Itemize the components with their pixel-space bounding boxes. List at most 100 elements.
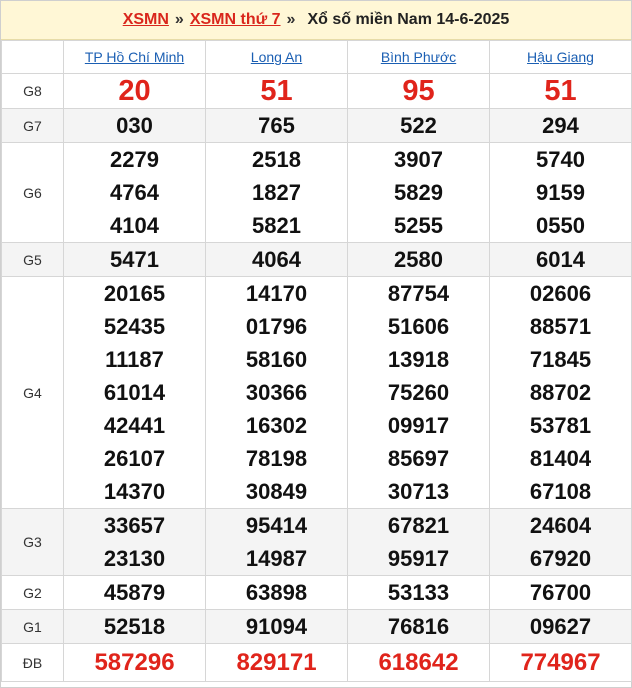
prize-cell: 2279 4764 4104 — [63, 142, 206, 243]
prize-cell: 51 — [205, 73, 348, 109]
prize-cell: 20165 52435 11187 61014 42441 26107 14370 — [63, 276, 206, 509]
prize-number: 294 — [542, 113, 579, 138]
prize-cell: 87754 51606 13918 75260 09917 85697 30713 — [347, 276, 490, 509]
prize-number: 4764 — [110, 180, 159, 205]
prize-cell: 5471 — [63, 242, 206, 277]
results-panel: XSMN » XSMN thứ 7 » Xổ số miền Nam 14-6-… — [0, 0, 632, 688]
prize-number: 5471 — [110, 247, 159, 272]
prize-number: 76816 — [387, 614, 450, 639]
prize-number: 53133 — [387, 580, 450, 605]
prize-number: 01796 — [245, 314, 308, 339]
prize-cell: 618642 — [347, 643, 490, 682]
prize-cell: 294 — [489, 108, 632, 143]
prize-number: 53781 — [529, 413, 592, 438]
breadcrumb: XSMN » XSMN thứ 7 » Xổ số miền Nam 14-6-… — [1, 1, 631, 40]
prize-cell: 76816 — [347, 609, 490, 644]
prize-cell: 51 — [489, 73, 632, 109]
prize-number: 45879 — [103, 580, 166, 605]
prize-cell: 030 — [63, 108, 206, 143]
prize-number: 23130 — [103, 546, 166, 571]
prize-number: 85697 — [387, 446, 450, 471]
province-header: Long An — [205, 40, 348, 74]
province-link[interactable]: Bình Phước — [381, 49, 456, 65]
prize-number: 02606 — [529, 281, 592, 306]
prize-number: 14370 — [103, 479, 166, 504]
prize-number: 20 — [118, 74, 151, 107]
prize-cell: 33657 23130 — [63, 508, 206, 576]
prize-cell: 63898 — [205, 575, 348, 610]
prize-number: 30366 — [245, 380, 308, 405]
prize-number: 4104 — [110, 213, 159, 238]
prize-label: ĐB — [1, 643, 64, 682]
results-table: TP Hồ Chí Minh Long An Bình Phước Hậu Gi… — [1, 40, 632, 682]
prize-number: 2580 — [394, 247, 443, 272]
prize-number: 24604 — [529, 513, 592, 538]
prize-cell: 09627 — [489, 609, 632, 644]
prize-cell: 24604 67920 — [489, 508, 632, 576]
prize-number: 2279 — [110, 147, 159, 172]
prize-number: 14170 — [245, 281, 308, 306]
prize-cell: 2518 1827 5821 — [205, 142, 348, 243]
prize-number: 829171 — [236, 648, 317, 676]
prize-number: 58160 — [245, 347, 308, 372]
prize-cell: 5740 9159 0550 — [489, 142, 632, 243]
province-header-row: TP Hồ Chí Minh Long An Bình Phước Hậu Gi… — [1, 40, 632, 74]
prize-number: 71845 — [529, 347, 592, 372]
prize-number: 09917 — [387, 413, 450, 438]
prize-label: G7 — [1, 108, 64, 143]
prize-number: 51606 — [387, 314, 450, 339]
prize-label: G5 — [1, 242, 64, 277]
prize-number: 42441 — [103, 413, 166, 438]
prize-cell: 774967 — [489, 643, 632, 682]
prize-cell: 95 — [347, 73, 490, 109]
prize-cell: 02606 88571 71845 88702 53781 81404 67108 — [489, 276, 632, 509]
prize-number: 81404 — [529, 446, 592, 471]
prize-cell: 45879 — [63, 575, 206, 610]
prize-number: 95917 — [387, 546, 450, 571]
prize-number: 2518 — [252, 147, 301, 172]
prize-number: 51 — [260, 74, 293, 107]
prize-number: 88702 — [529, 380, 592, 405]
prize-number: 95 — [402, 74, 435, 107]
prize-number: 51 — [544, 74, 577, 107]
prize-number: 30849 — [245, 479, 308, 504]
prize-cell: 3907 5829 5255 — [347, 142, 490, 243]
province-link[interactable]: Hậu Giang — [527, 49, 594, 65]
prize-cell: 67821 95917 — [347, 508, 490, 576]
prize-number: 09627 — [529, 614, 592, 639]
prize-number: 87754 — [387, 281, 450, 306]
breadcrumb-link-xsmn[interactable]: XSMN — [123, 11, 169, 29]
breadcrumb-separator: » — [174, 11, 184, 28]
prize-number: 0550 — [536, 213, 585, 238]
prize-label: G2 — [1, 575, 64, 610]
prize-number: 4064 — [252, 247, 301, 272]
prize-number: 5740 — [536, 147, 585, 172]
prize-number: 67821 — [387, 513, 450, 538]
prize-row-g6: G6 2279 4764 4104 2518 1827 5821 3907 5829 5255 57… — [1, 142, 632, 243]
prize-number: 67108 — [529, 479, 592, 504]
prize-number: 26107 — [103, 446, 166, 471]
prize-number: 13918 — [387, 347, 450, 372]
prize-number: 5829 — [394, 180, 443, 205]
prize-number: 030 — [116, 113, 153, 138]
prize-number: 67920 — [529, 546, 592, 571]
prize-cell: 95414 14987 — [205, 508, 348, 576]
province-link[interactable]: TP Hồ Chí Minh — [85, 49, 184, 65]
prize-number: 9159 — [536, 180, 585, 205]
prize-cell: 587296 — [63, 643, 206, 682]
prize-cell: 20 — [63, 73, 206, 109]
prize-number: 774967 — [520, 648, 601, 676]
prize-number: 78198 — [245, 446, 308, 471]
prize-number: 522 — [400, 113, 437, 138]
prize-cell: 76700 — [489, 575, 632, 610]
breadcrumb-link-xsmn-saturday[interactable]: XSMN thứ 7 — [190, 11, 281, 29]
prize-row-g1: G1 52518 91094 76816 09627 — [1, 609, 632, 644]
province-header: Hậu Giang — [489, 40, 632, 74]
province-header: Bình Phước — [347, 40, 490, 74]
province-link[interactable]: Long An — [251, 49, 302, 65]
prize-number: 6014 — [536, 247, 585, 272]
prize-cell: 829171 — [205, 643, 348, 682]
prize-number: 61014 — [103, 380, 166, 405]
prize-label: G6 — [1, 142, 64, 243]
prize-row-g4: G4 20165 52435 11187 61014 42441 26107 14370 141… — [1, 276, 632, 509]
